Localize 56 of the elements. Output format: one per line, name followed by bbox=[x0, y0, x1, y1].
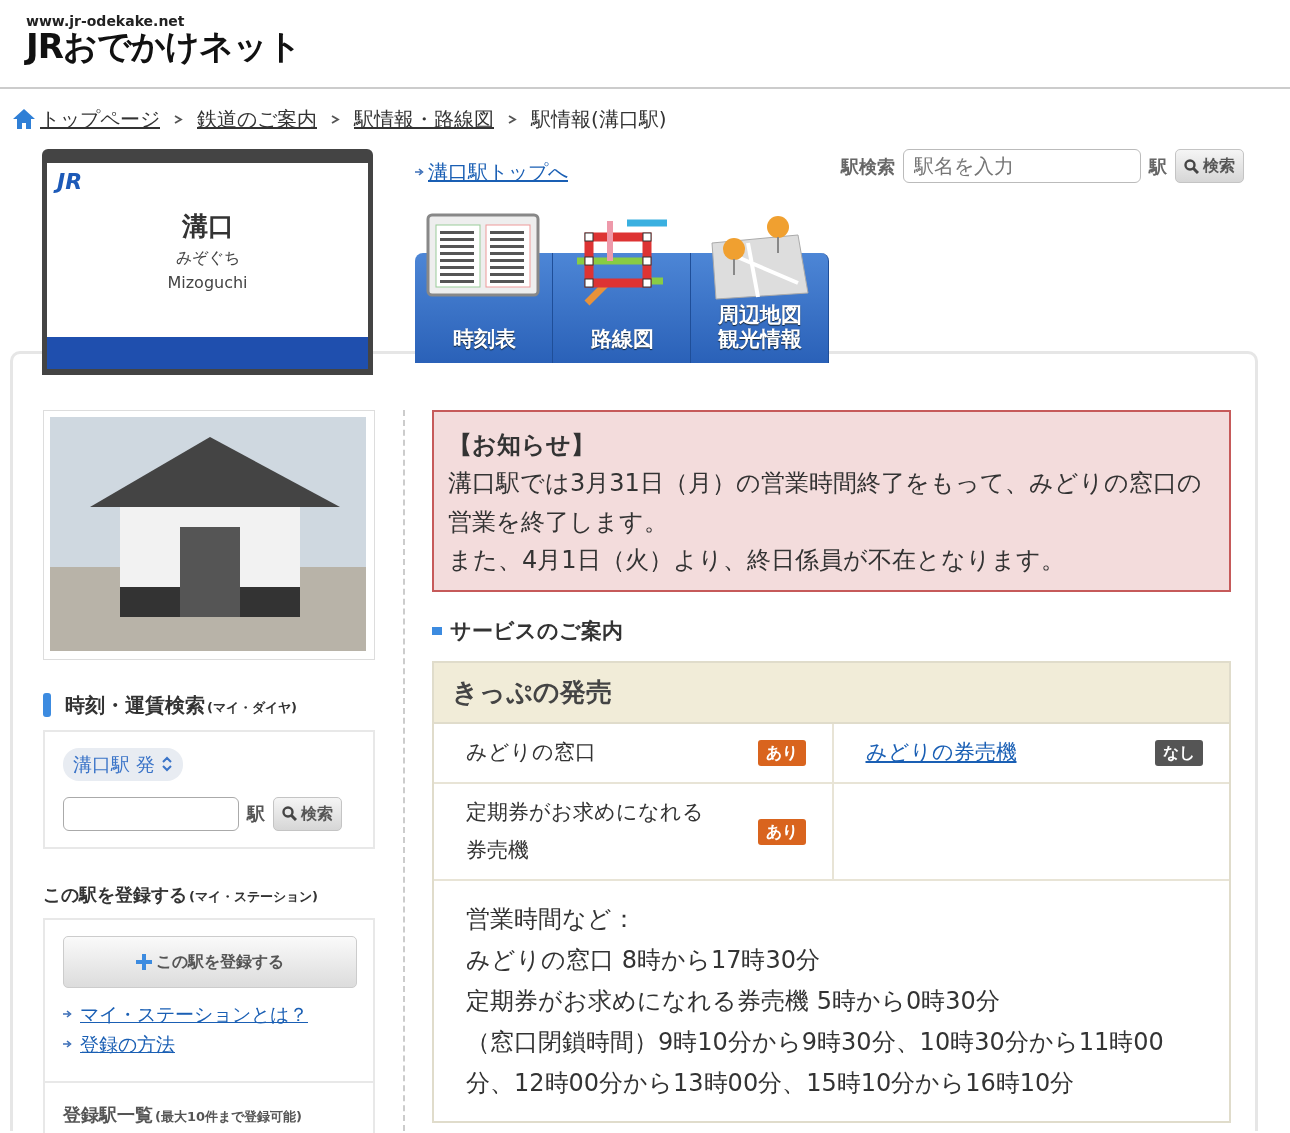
search-icon bbox=[282, 806, 297, 821]
table-title: きっぷの発売 bbox=[434, 663, 1229, 725]
heading-marker bbox=[43, 693, 51, 717]
site-url: www.jr-odekake.net bbox=[26, 14, 186, 28]
notice-text: 溝口駅では3月31日（月）の営業時間終了をもって、みどりの窓口の営業を終了します。 bbox=[448, 468, 1203, 538]
heading-note: (マイ・ダイヤ) bbox=[207, 699, 297, 717]
hours-text: みどりの窓口 8時から17時30分 bbox=[466, 945, 821, 977]
hours-text: 定期券がお求めになれる券売機 5時から0時30分 bbox=[466, 986, 1001, 1018]
plus-icon bbox=[136, 953, 152, 970]
notice-title: 【お知らせ】 bbox=[448, 430, 596, 461]
station-romaji: Mizoguchi bbox=[166, 273, 249, 293]
availability-badge: あり bbox=[757, 739, 806, 766]
station-name: 溝口 bbox=[180, 211, 235, 243]
section-heading: サービスのご案内 bbox=[450, 617, 623, 645]
arrow-icon bbox=[63, 1039, 72, 1050]
breadcrumb-link[interactable]: 鉄道のご案内 bbox=[197, 104, 317, 134]
notice-text: また、4月1日（火）より、終日係員が不在となります。 bbox=[448, 545, 1066, 577]
help-link[interactable]: 登録の方法 bbox=[80, 1030, 175, 1059]
station-top-link[interactable]: 溝口駅トップへ bbox=[428, 157, 568, 187]
service-label: みどりの窓口 bbox=[466, 739, 596, 767]
heading-note: (最大10件まで登録可能) bbox=[155, 1107, 302, 1126]
service-label: 定期券がお求めになれる券売機 bbox=[466, 798, 705, 864]
breadcrumb-current: 駅情報(溝口駅) bbox=[531, 106, 667, 133]
register-button[interactable]: この駅を登録する bbox=[63, 935, 357, 988]
station-kana: みぞぐち bbox=[174, 248, 241, 268]
search-label: 駅検索 bbox=[841, 154, 895, 179]
service-link[interactable]: みどりの券売機 bbox=[865, 737, 1017, 769]
station-field[interactable] bbox=[63, 796, 239, 831]
help-link[interactable]: マイ・ステーションとは？ bbox=[80, 999, 308, 1028]
station-suffix: 駅 bbox=[247, 802, 265, 826]
jr-logo: JR bbox=[47, 163, 83, 193]
search-icon bbox=[1184, 158, 1199, 174]
chevron-icon bbox=[331, 114, 340, 124]
breadcrumb-link[interactable]: 駅情報・路線図 bbox=[354, 104, 494, 134]
arrow-icon bbox=[415, 167, 424, 177]
search-button[interactable]: 検索 bbox=[1175, 149, 1244, 183]
availability-badge: あり bbox=[757, 818, 806, 845]
chevron-icon bbox=[508, 114, 517, 124]
home-icon bbox=[12, 108, 36, 130]
arrow-icon bbox=[63, 1008, 72, 1019]
list-heading: 登録駅一覧 bbox=[63, 1102, 153, 1127]
station-suffix: 駅 bbox=[1149, 154, 1167, 179]
search-button[interactable]: 検索 bbox=[273, 796, 342, 831]
hours-title: 営業時間など： bbox=[466, 904, 637, 936]
origin-selector[interactable]: 溝口駅 発 bbox=[63, 748, 184, 781]
heading-note: (マイ・ステーション) bbox=[189, 887, 318, 906]
section-heading: 時刻・運賃検索 bbox=[65, 692, 205, 719]
availability-badge: なし bbox=[1155, 739, 1203, 766]
chevron-icon bbox=[174, 114, 183, 124]
section-heading: この駅を登録する bbox=[43, 882, 187, 907]
heading-marker bbox=[432, 627, 442, 636]
breadcrumb-link[interactable]: トップページ bbox=[40, 104, 160, 134]
site-logo[interactable]: JRおでかけネット bbox=[26, 28, 1290, 66]
search-field[interactable]: 駅名を入力 bbox=[903, 149, 1141, 183]
updown-chevron-icon bbox=[161, 756, 174, 773]
hours-text: （窓口閉鎖時間）9時10分から9時30分、10時30分から11時00分、12時00分から13時00分、15時10分から16時10分 bbox=[466, 1026, 1165, 1099]
